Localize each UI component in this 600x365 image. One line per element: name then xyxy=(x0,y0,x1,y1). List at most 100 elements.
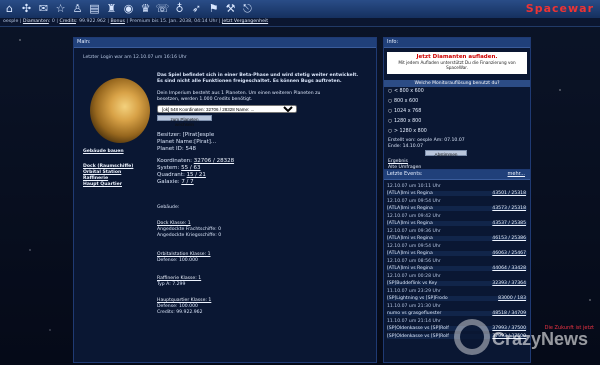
event-score[interactable]: 46063 / 25467 xyxy=(492,251,526,256)
more-events-link[interactable]: mehr... xyxy=(508,170,525,179)
event-text: [ATLA]lmi vs Regina xyxy=(387,221,433,226)
trophy-icon[interactable]: ♜ xyxy=(104,1,119,16)
beta-warning: Das Spiel befindet sich in einer Beta-Ph… xyxy=(157,73,359,84)
premium-status: Premium bis 15. Jan. 2038, 04:14 Uhr xyxy=(129,19,218,24)
account-summary: oesple | Diamanten: 0 | Credits: 99.922.… xyxy=(3,19,269,24)
tools-icon[interactable]: ⚒ xyxy=(223,1,238,16)
poll-title: Welche Monitorauflösung benutzt du? xyxy=(384,80,530,87)
quadrant-link[interactable]: 15 / 21 xyxy=(187,172,206,178)
poll-meta: Erstellt von: oesple Am: 07.10.07 Ende: 1… xyxy=(388,138,465,149)
event-time: 12.10.07 um 09:54 Uhr xyxy=(387,244,441,249)
event-score[interactable]: 43573 / 25318 xyxy=(492,206,526,211)
username: oesple xyxy=(3,19,19,24)
event-time: 12.10.07 um 10:11 Uhr xyxy=(387,184,441,189)
galaxie-link[interactable]: 7 / 7 xyxy=(181,179,193,185)
event-score[interactable]: 83000 / 183 xyxy=(498,296,526,301)
logout-icon[interactable]: ⎋ xyxy=(240,1,255,16)
raffinerie-info: Raffinerie Klasse: 1 Typ A: 7.299 xyxy=(157,276,202,287)
planet-select[interactable]: [ok] 548 Koordinaten: 32706 / 28328 Name… xyxy=(157,105,297,113)
credits-link[interactable]: Credits xyxy=(59,19,76,24)
event-text: [SP]Buddeflink vs Key xyxy=(387,281,438,286)
navigation-icons: ⌂ ✣ ✉ ☆ ♙ ▤ ♜ ◉ ♛ ☏ ♁ ➶ ⚑ ⚒ ⎋ xyxy=(2,1,255,16)
vergangenheit-link[interactable]: Jetzt Vergangenheit xyxy=(222,19,268,24)
event-row[interactable]: [ATLA]lmi vs Regina 43573 / 25318 xyxy=(387,206,527,211)
event-text: [ATLA]lmi vs Regina xyxy=(387,266,433,271)
event-row[interactable]: [ATLA]lmi vs Regina 43537 / 25385 xyxy=(387,221,527,226)
event-score[interactable]: 43501 / 25318 xyxy=(492,191,526,196)
event-row[interactable]: [SP]Buddeflink vs Key 32393 / 37364 xyxy=(387,281,527,286)
event-text: [ATLA]lmi vs Regina xyxy=(387,191,433,196)
event-time: 12.10.07 um 09:36 Uhr xyxy=(387,229,441,234)
credits-value: 99.922.962 xyxy=(79,19,106,24)
galaxy-icon[interactable]: ✣ xyxy=(19,1,34,16)
planet-image xyxy=(90,78,150,143)
last-login: Letzter Login war am 12.10.07 um 16:16 U… xyxy=(83,55,187,60)
alliance-icon[interactable]: ♛ xyxy=(138,1,153,16)
hauptquartier-info: Hauptquartier Klasse: 1 Defense: 100.000… xyxy=(157,298,212,315)
event-text: [SP]Lightning vs [SP]Frodo xyxy=(387,296,448,301)
event-text: numo vs grasgefluester xyxy=(387,311,442,316)
event-time: 12.10.07 um 00:28 Uhr xyxy=(387,274,441,279)
poll-option[interactable]: 1280 x 800 xyxy=(388,119,421,124)
planet-icon[interactable]: ♁ xyxy=(172,1,187,16)
event-row[interactable]: [ATLA]lmi vs Regina 44064 / 33428 xyxy=(387,266,527,271)
poll-option[interactable]: < 800 x 600 xyxy=(388,89,424,94)
main-panel: Main: Letzter Login war am 12.10.07 um 1… xyxy=(73,37,377,363)
event-score[interactable]: 32393 / 37364 xyxy=(492,281,526,286)
haupt-quartier-link[interactable]: Haupt Quartier xyxy=(83,182,133,188)
poll-option[interactable]: 800 x 600 xyxy=(388,99,418,104)
info-panel: Info: Jetzt Diamanten aufladen. Mit jede… xyxy=(383,37,531,172)
event-row[interactable]: [ATLA]lmi vs Regina 46063 / 25467 xyxy=(387,251,527,256)
event-text: [SP]Oldenkasse vs [SP]Rolf xyxy=(387,334,449,339)
diamanten-link[interactable]: Diamanten xyxy=(23,19,49,24)
home-icon[interactable]: ⌂ xyxy=(2,1,17,16)
event-time: 12.10.07 um 08:56 Uhr xyxy=(387,259,441,264)
top-navigation-bar: ⌂ ✣ ✉ ☆ ♙ ▤ ♜ ◉ ♛ ☏ ♁ ➶ ⚑ ⚒ ⎋ Spacewar D… xyxy=(0,0,600,331)
event-row[interactable]: [SP]Lightning vs [SP]Frodo 83000 / 183 xyxy=(387,296,527,301)
building-links: Dock (Raumschiffe) Orbital Station Raffi… xyxy=(83,164,133,188)
svg-text:CrazyNews: CrazyNews xyxy=(492,329,588,349)
event-row[interactable]: [ATLA]lmi vs Regina 43501 / 25318 xyxy=(387,191,527,196)
main-panel-title: Main: xyxy=(74,38,376,48)
dock-info: Dock Klasse: 1 Angedockte Frachtschiffe:… xyxy=(157,221,222,238)
poll-option[interactable]: 1024 x 768 xyxy=(388,109,421,114)
system-link[interactable]: 55 / 63 xyxy=(181,165,200,171)
book-icon[interactable]: ▤ xyxy=(87,1,102,16)
event-row[interactable]: [ATLA]lmi vs Regina 46153 / 25386 xyxy=(387,236,527,241)
event-time: 11.10.07 um 21:30 Uhr xyxy=(387,304,441,309)
account-info-bar: oesple | Diamanten: 0 | Credits: 99.922.… xyxy=(0,18,600,61)
empire-info: Dein Imperium besteht aus 1 Planeten. Um… xyxy=(157,91,321,102)
eye-icon[interactable]: ◉ xyxy=(121,1,136,16)
chat-icon[interactable]: ☏ xyxy=(155,1,170,16)
event-score[interactable]: 46153 / 25386 xyxy=(492,236,526,241)
buildings-heading: Gebäude: xyxy=(157,205,180,210)
event-time: 12.10.07 um 09:54 Uhr xyxy=(387,199,441,204)
diamond-ad[interactable]: Jetzt Diamanten aufladen. Mit jedem Aufl… xyxy=(387,52,527,74)
event-text: [SP]Oldenkasse vs [SP]Rolf xyxy=(387,326,449,331)
event-text: [ATLA]lmi vs Regina xyxy=(387,251,433,256)
planet-details: Besitzer: [Pirat]esple Planet Name:[Pira… xyxy=(157,132,235,185)
event-time: 11.10.07 um 23:29 Uhr xyxy=(387,289,441,294)
users-icon[interactable]: ♙ xyxy=(70,1,85,16)
build-link[interactable]: Gebäude bauen xyxy=(83,149,124,155)
event-score[interactable]: 44064 / 33428 xyxy=(492,266,526,271)
event-text: [ATLA]lmi vs Regina xyxy=(387,206,433,211)
info-panel-title: Info: xyxy=(384,38,530,48)
bookmark-icon[interactable]: ⚑ xyxy=(206,1,221,16)
mail-icon[interactable]: ✉ xyxy=(36,1,51,16)
vote-button[interactable]: Abstimmen xyxy=(425,150,467,157)
coordinates-link[interactable]: 32706 / 28328 xyxy=(194,158,234,164)
event-time: 12.10.07 um 09:42 Uhr xyxy=(387,214,441,219)
event-score[interactable]: 43537 / 25385 xyxy=(492,221,526,226)
orbital-info: Orbitalstation Klasse: 1 Defense: 100.00… xyxy=(157,252,211,263)
bonus-link[interactable]: Bonus xyxy=(110,19,124,24)
screen: { "brand":{"name":"Spacewar","tagline":"… xyxy=(0,0,600,365)
poll-option[interactable]: > 1280 x 800 xyxy=(388,129,427,134)
change-planet-button[interactable]: zum Planeten wechseln xyxy=(157,115,212,127)
crazy-news-watermark: CrazyNews xyxy=(454,319,588,355)
event-text: [ATLA]lmi vs Regina xyxy=(387,236,433,241)
arrow-icon[interactable]: ➶ xyxy=(189,1,204,16)
events-panel-title: Letzte Events: mehr... xyxy=(384,170,530,180)
diamanten-value: 0 xyxy=(51,19,55,24)
star-icon[interactable]: ☆ xyxy=(53,1,68,16)
